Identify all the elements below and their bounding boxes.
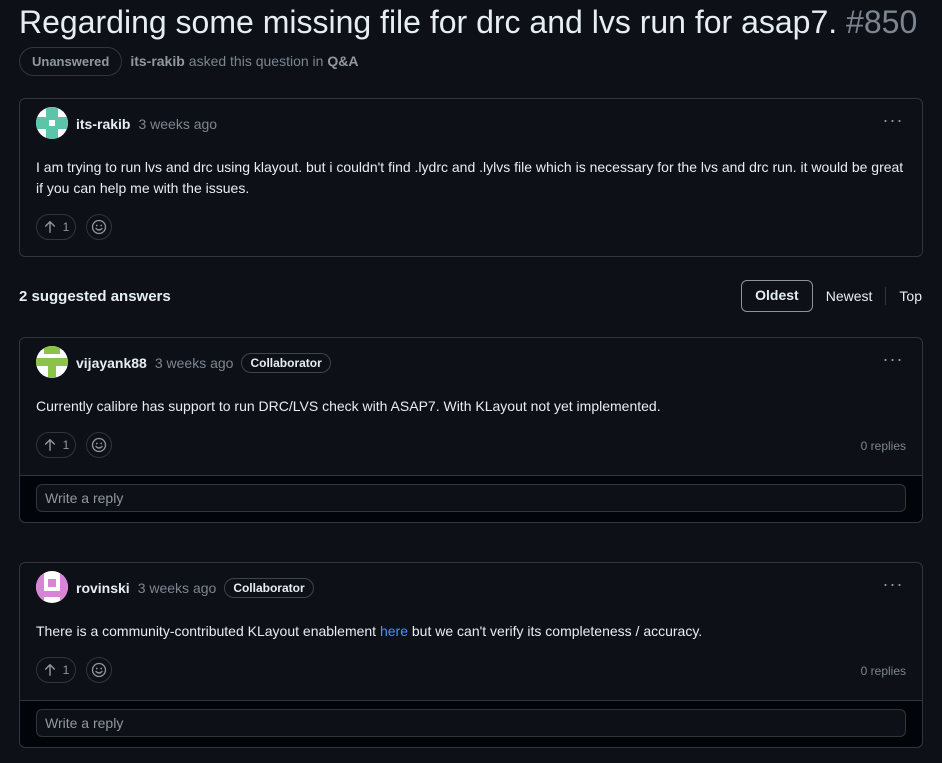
answer-body-text-end: but we can't verify its completeness / a… — [408, 623, 703, 639]
reply-area — [20, 475, 922, 522]
timestamp[interactable]: 3 weeks ago — [138, 116, 217, 132]
here-link[interactable]: here — [380, 623, 408, 639]
discussion-meta: Unanswered its-rakib asked this question… — [19, 46, 359, 76]
question-author-row: its-rakib 3 weeks ago — [76, 112, 217, 136]
smiley-icon — [91, 219, 107, 235]
answers-count-heading: 2 suggested answers — [19, 288, 171, 305]
discussion-author-link[interactable]: its-rakib — [130, 53, 184, 69]
add-reaction-button[interactable] — [86, 432, 112, 458]
question-card: its-rakib 3 weeks ago ··· I am trying to… — [19, 98, 923, 257]
reply-input[interactable] — [36, 709, 906, 737]
upvote-button[interactable]: 1 — [36, 432, 76, 458]
asked-text: asked this question in — [188, 53, 324, 69]
status-badge: Unanswered — [19, 46, 123, 76]
avatar[interactable] — [36, 107, 68, 139]
avatar[interactable] — [36, 346, 68, 378]
identicon-avatar-icon — [36, 346, 68, 378]
more-options-icon[interactable]: ··· — [880, 575, 906, 598]
answer-body: There is a community-contributed KLayout… — [36, 621, 906, 642]
answer-card: vijayank88 3 weeks ago Collaborator ··· … — [19, 337, 923, 523]
vote-count: 1 — [62, 438, 70, 452]
smiley-icon — [91, 662, 107, 678]
reply-input[interactable] — [36, 484, 906, 512]
discussion-number[interactable]: #850 — [846, 4, 917, 40]
author-link[interactable]: rovinski — [76, 580, 130, 596]
upvote-button[interactable]: 1 — [36, 214, 76, 240]
sort-oldest[interactable]: Oldest — [741, 280, 813, 312]
question-body: I am trying to run lvs and drc using kla… — [36, 159, 904, 196]
collaborator-badge: Collaborator — [224, 578, 314, 598]
identicon-avatar-icon — [36, 571, 68, 603]
sort-tabs: Oldest Newest Top — [741, 280, 922, 312]
sort-newest[interactable]: Newest — [813, 281, 886, 311]
sort-top[interactable]: Top — [886, 281, 922, 311]
more-options-icon[interactable]: ··· — [880, 111, 906, 134]
answer-author-row: vijayank88 3 weeks ago Collaborator — [76, 351, 331, 375]
add-reaction-button[interactable] — [86, 657, 112, 683]
avatar[interactable] — [36, 571, 68, 603]
upvote-button[interactable]: 1 — [36, 657, 76, 683]
collaborator-badge: Collaborator — [241, 353, 331, 373]
discussion-title-text: Regarding some missing file for drc and … — [19, 4, 838, 40]
author-link[interactable]: its-rakib — [76, 116, 130, 132]
vote-count: 1 — [62, 220, 70, 234]
answer-author-row: rovinski 3 weeks ago Collaborator — [76, 576, 314, 600]
timestamp[interactable]: 3 weeks ago — [138, 580, 217, 596]
answer-body-text: There is a community-contributed KLayout… — [36, 623, 380, 639]
author-link[interactable]: vijayank88 — [76, 355, 147, 371]
more-options-icon[interactable]: ··· — [880, 350, 906, 373]
answer-card: rovinski 3 weeks ago Collaborator ··· Th… — [19, 562, 923, 748]
discussion-title: Regarding some missing file for drc and … — [19, 2, 917, 42]
arrow-up-icon — [44, 439, 55, 451]
reply-count: 0 replies — [860, 439, 906, 453]
arrow-up-icon — [44, 664, 55, 676]
arrow-up-icon — [44, 221, 55, 233]
category-link[interactable]: Q&A — [327, 53, 358, 69]
reply-count: 0 replies — [860, 664, 906, 678]
timestamp[interactable]: 3 weeks ago — [155, 355, 234, 371]
reply-area — [20, 700, 922, 747]
smiley-icon — [91, 437, 107, 453]
answer-body: Currently calibre has support to run DRC… — [36, 398, 661, 414]
vote-count: 1 — [62, 663, 70, 677]
discussion-page: Regarding some missing file for drc and … — [0, 0, 942, 763]
identicon-avatar-icon — [36, 107, 68, 139]
add-reaction-button[interactable] — [86, 214, 112, 240]
